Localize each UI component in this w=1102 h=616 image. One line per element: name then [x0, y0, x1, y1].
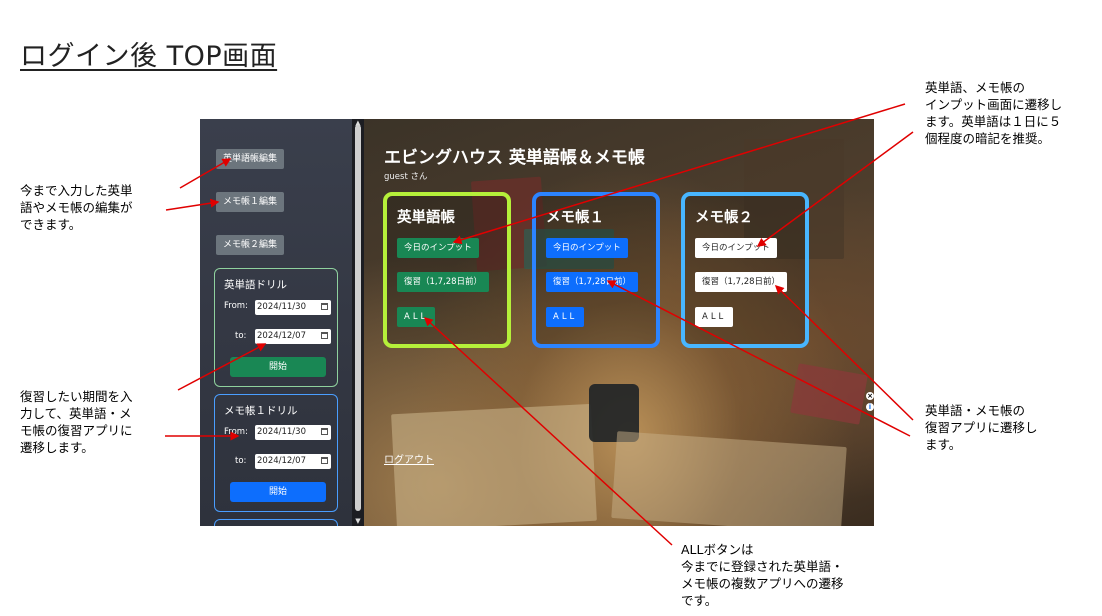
memo1-drill-start-button[interactable]: 開始 — [230, 482, 326, 502]
background-book — [790, 363, 868, 425]
sidebar-scrollbar[interactable]: ▲ ▼ — [352, 119, 364, 526]
drill-title: メモ帳１ドリル — [224, 405, 298, 417]
calendar-icon[interactable] — [321, 303, 328, 310]
app-title: エビングハウス 英単語帳＆メモ帳 — [384, 148, 645, 168]
card-memo2: メモ帳２ 今日のインプット 復習（1,7,28日前） ALL — [681, 192, 809, 348]
calendar-icon[interactable] — [321, 457, 328, 464]
from-date-input[interactable]: 2024/11/30 — [255, 425, 331, 440]
to-date-value: 2024/12/07 — [257, 456, 306, 466]
word-review-button[interactable]: 復習（1,7,28日前） — [397, 272, 490, 292]
memo2-edit-button[interactable]: メモ帳２編集 — [216, 235, 285, 255]
memo2-review-button[interactable]: 復習（1,7,28日前） — [695, 272, 788, 292]
from-date-value: 2024/11/30 — [257, 427, 306, 437]
memo1-edit-button[interactable]: メモ帳１編集 — [216, 192, 285, 212]
sidebar: 英単語帳編集 メモ帳１編集 メモ帳２編集 英単語ドリル From: 2024/1… — [200, 119, 352, 526]
memo1-review-button[interactable]: 復習（1,7,28日前） — [546, 272, 639, 292]
card-memo1: メモ帳１ 今日のインプット 復習（1,7,28日前） ALL — [532, 192, 660, 348]
scroll-down-icon[interactable]: ▼ — [354, 517, 362, 525]
close-icon[interactable]: × — [866, 392, 874, 400]
annotation-input-transition: 英単語、メモ帳の インプット画面に遷移し ます。英単語は１日に５ 個程度の暗記を… — [925, 80, 1063, 146]
card-title: メモ帳２ — [695, 210, 753, 226]
memo2-all-button[interactable]: ALL — [695, 307, 734, 327]
from-label: From: — [224, 301, 248, 311]
app-screenshot: 英単語帳編集 メモ帳１編集 メモ帳２編集 英単語ドリル From: 2024/1… — [200, 119, 874, 526]
card-word-book: 英単語帳 今日のインプット 復習（1,7,28日前） ALL — [383, 192, 511, 348]
memo1-all-button[interactable]: ALL — [546, 307, 585, 327]
to-label: to: — [235, 331, 247, 341]
card-title: 英単語帳 — [397, 210, 455, 226]
to-date-value: 2024/12/07 — [257, 331, 306, 341]
scrollbar-thumb[interactable] — [355, 125, 361, 511]
memo1-input-button[interactable]: 今日のインプット — [546, 238, 628, 258]
main-area: エビングハウス 英単語帳＆メモ帳 guest さん 英単語帳 今日のインプット … — [364, 119, 874, 526]
memo2-input-button[interactable]: 今日のインプット — [695, 238, 777, 258]
drill-title: 英単語ドリル — [224, 279, 287, 291]
word-all-button[interactable]: ALL — [397, 307, 436, 327]
logout-link[interactable]: ログアウト — [384, 451, 434, 466]
annotation-review: 英単語・メモ帳の 復習アプリに遷移し ます。 — [925, 403, 1038, 452]
to-date-input[interactable]: 2024/12/07 — [255, 454, 331, 469]
word-input-button[interactable]: 今日のインプット — [397, 238, 479, 258]
to-label: to: — [235, 456, 247, 466]
calendar-icon[interactable] — [321, 428, 328, 435]
background-open-book — [611, 431, 847, 526]
annotation-drill-period: 復習したい期間を入 力して、英単語・メ モ帳の復習アプリに 遷移します。 — [20, 389, 133, 455]
word-edit-button[interactable]: 英単語帳編集 — [216, 149, 285, 169]
info-icon[interactable]: i — [866, 403, 874, 411]
from-date-value: 2024/11/30 — [257, 302, 306, 312]
card-title: メモ帳１ — [546, 210, 604, 226]
memo1-drill-panel: メモ帳１ドリル From: 2024/11/30 to: 2024/12/07 … — [214, 394, 338, 512]
word-drill-start-button[interactable]: 開始 — [230, 357, 326, 377]
word-drill-panel: 英単語ドリル From: 2024/11/30 to: 2024/12/07 開… — [214, 268, 338, 387]
annotation-edit: 今まで入力した英単 語やメモ帳の編集が できます。 — [20, 183, 133, 232]
from-date-input[interactable]: 2024/11/30 — [255, 300, 331, 315]
user-greeting: guest さん — [384, 172, 428, 182]
calendar-icon[interactable] — [321, 332, 328, 339]
from-label: From: — [224, 427, 248, 437]
page-heading: ログイン後 TOP画面 — [20, 41, 278, 73]
to-date-input[interactable]: 2024/12/07 — [255, 329, 331, 344]
annotation-all-button: ALLボタンは 今までに登録された英単語・ メモ帳の複数アプリへの遷移 です。 — [681, 542, 844, 608]
memo2-drill-panel — [214, 519, 338, 526]
